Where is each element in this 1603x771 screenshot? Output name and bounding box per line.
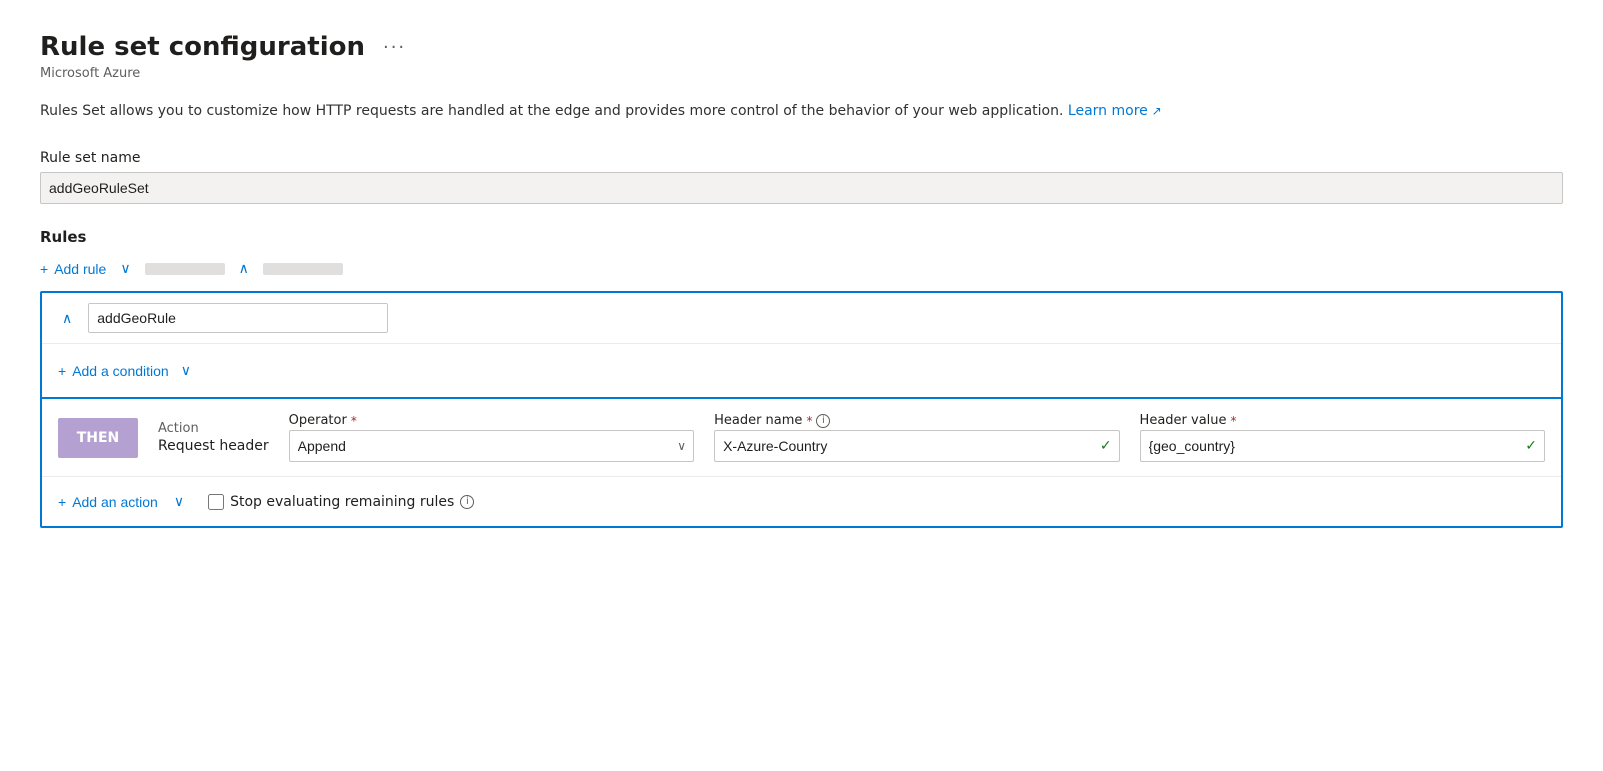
operator-label: Operator * <box>289 413 694 428</box>
header-name-validated-input: ✓ <box>714 430 1119 462</box>
rule-set-name-field: Rule set name <box>40 150 1563 228</box>
chevron-up-button[interactable]: ∧ <box>233 256 255 281</box>
operator-required-star: * <box>351 414 357 428</box>
action-row: THEN Action Request header Operator * Ap… <box>58 413 1545 462</box>
chevron-down-button[interactable]: ∨ <box>114 256 136 281</box>
header-value-field-group: Header value * ✓ <box>1140 413 1545 462</box>
header-name-input[interactable] <box>714 430 1119 462</box>
header-name-label: Header name * i <box>714 413 1119 428</box>
header-value-validated-input: ✓ <box>1140 430 1545 462</box>
add-condition-label: Add a condition <box>72 363 169 379</box>
header-value-label-text: Header value <box>1140 413 1227 428</box>
rule-header: ∧ <box>42 293 1561 344</box>
action-type-block: Action Request header <box>158 421 269 454</box>
add-action-button[interactable]: + Add an action <box>58 490 158 514</box>
bottom-action-row: + Add an action ∨ Stop evaluating remain… <box>42 477 1561 526</box>
operator-label-text: Operator <box>289 413 347 428</box>
chevron-down-icon: ∨ <box>174 493 184 509</box>
rule-container: ∧ + Add a condition ∨ THEN Action Reques… <box>40 291 1563 528</box>
description-row: Rules Set allows you to customize how HT… <box>40 101 1563 122</box>
add-action-label: Add an action <box>72 494 158 510</box>
disabled-button-1 <box>145 263 225 275</box>
stop-eval-checkbox[interactable] <box>208 494 224 510</box>
add-rule-label: Add rule <box>54 261 106 277</box>
disabled-button-2 <box>263 263 343 275</box>
stop-eval-label[interactable]: Stop evaluating remaining rules i <box>200 494 474 510</box>
stop-eval-text: Stop evaluating remaining rules <box>230 494 454 510</box>
add-action-chevron-button[interactable]: ∨ <box>168 489 190 514</box>
page-title-row: Rule set configuration ··· <box>40 32 1563 62</box>
page-subtitle: Microsoft Azure <box>40 66 1563 81</box>
plus-icon: + <box>58 494 66 510</box>
add-condition-chevron-button[interactable]: ∨ <box>175 358 197 383</box>
header-name-label-text: Header name <box>714 413 802 428</box>
plus-icon: + <box>58 363 66 379</box>
action-label: Action <box>158 421 269 436</box>
header-name-info-icon[interactable]: i <box>816 414 830 428</box>
add-rule-button[interactable]: + Add rule <box>40 257 106 281</box>
action-section: THEN Action Request header Operator * Ap… <box>42 399 1561 477</box>
header-name-field-group: Header name * i ✓ <box>714 413 1119 462</box>
header-value-label: Header value * <box>1140 413 1545 428</box>
page-title: Rule set configuration <box>40 32 365 62</box>
stop-eval-info-icon[interactable]: i <box>460 495 474 509</box>
chevron-down-icon: ∨ <box>120 260 130 276</box>
header-value-required-star: * <box>1231 414 1237 428</box>
rule-collapse-button[interactable]: ∧ <box>56 306 78 331</box>
add-condition-button[interactable]: + Add a condition <box>58 359 169 383</box>
rules-toolbar: + Add rule ∨ ∧ <box>40 256 1563 281</box>
chevron-up-icon: ∧ <box>62 310 72 326</box>
condition-row: + Add a condition ∨ <box>42 344 1561 399</box>
action-value: Request header <box>158 438 269 454</box>
header-value-input[interactable] <box>1140 430 1545 462</box>
rule-set-name-label: Rule set name <box>40 150 1563 166</box>
operator-select-wrapper[interactable]: Append Delete Overwrite ∨ <box>289 430 694 462</box>
chevron-down-icon: ∨ <box>181 362 191 378</box>
rule-set-name-input[interactable] <box>40 172 1563 204</box>
chevron-up-icon: ∧ <box>239 260 249 276</box>
description-text: Rules Set allows you to customize how HT… <box>40 103 1063 119</box>
plus-icon: + <box>40 261 48 277</box>
rule-name-input[interactable] <box>88 303 388 333</box>
then-badge: THEN <box>58 418 138 458</box>
ellipsis-menu-icon[interactable]: ··· <box>377 35 412 60</box>
operator-field-group: Operator * Append Delete Overwrite ∨ <box>289 413 694 462</box>
operator-select[interactable]: Append Delete Overwrite <box>289 430 694 462</box>
header-name-required-star: * <box>806 414 812 428</box>
learn-more-link[interactable]: Learn more <box>1068 103 1162 119</box>
rules-section-title: Rules <box>40 228 1563 246</box>
